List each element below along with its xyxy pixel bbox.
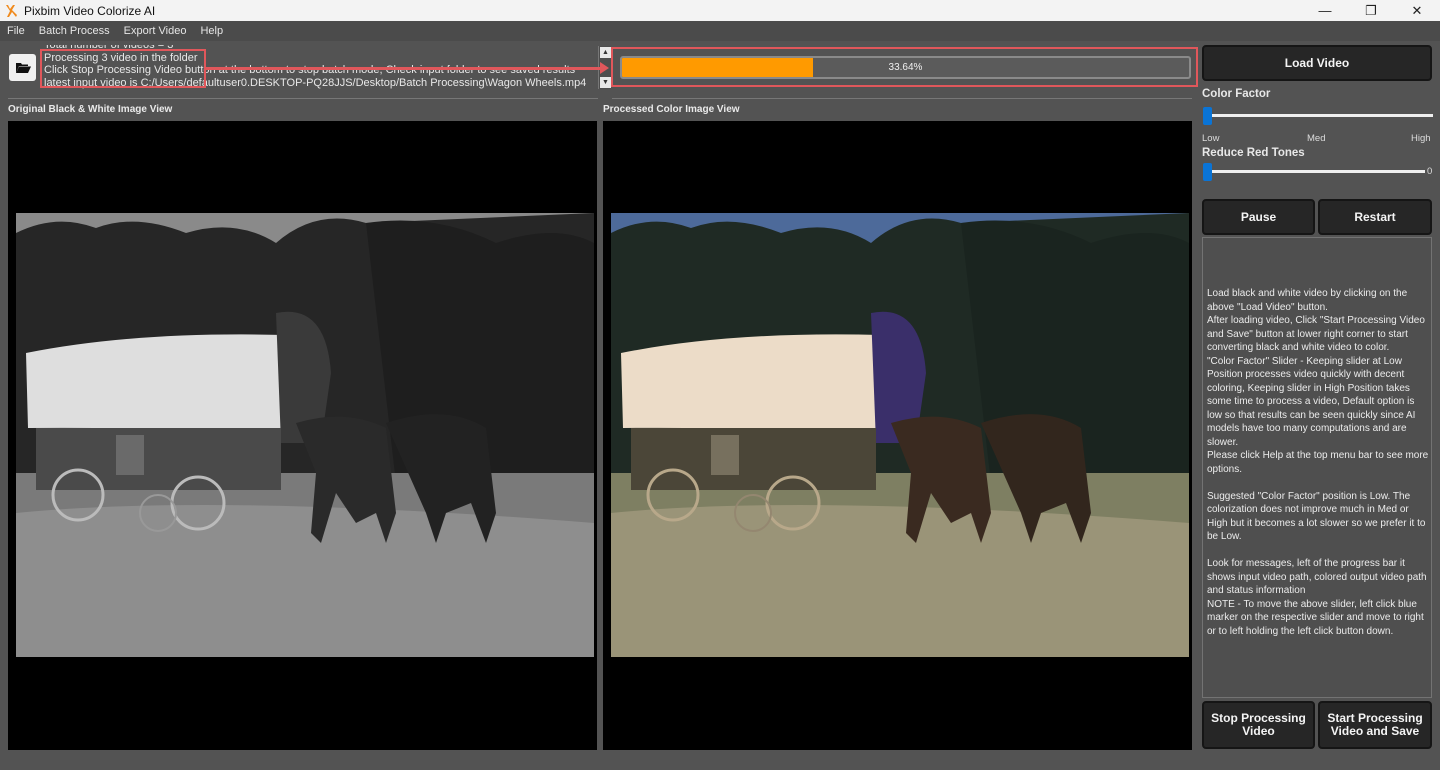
reduce-red-tones-label: Reduce Red Tones bbox=[1202, 147, 1305, 159]
color-factor-tick-high: High bbox=[1411, 133, 1431, 144]
menu-bar: File Batch Process Export Video Help bbox=[0, 21, 1440, 41]
color-factor-tick-low: Low bbox=[1202, 133, 1220, 144]
divider bbox=[8, 98, 598, 99]
original-video-frame bbox=[16, 213, 594, 657]
color-factor-label: Color Factor bbox=[1202, 88, 1271, 100]
reduce-red-tones-slider-thumb[interactable] bbox=[1203, 163, 1212, 181]
progress-label: 33.64% bbox=[888, 62, 923, 73]
divider bbox=[612, 98, 1192, 99]
menu-batch-process[interactable]: Batch Process bbox=[32, 21, 117, 41]
start-processing-button[interactable]: Start Processing Video and Save bbox=[1318, 701, 1432, 749]
pause-button[interactable]: Pause bbox=[1202, 199, 1315, 235]
scroll-up-icon[interactable]: ▲ bbox=[600, 47, 611, 58]
minimize-button[interactable]: — bbox=[1302, 0, 1348, 21]
annotation-arrow bbox=[205, 67, 605, 70]
color-factor-slider[interactable] bbox=[1207, 114, 1433, 117]
window-title: Pixbim Video Colorize AI bbox=[24, 3, 156, 18]
app-logo-icon bbox=[4, 4, 18, 18]
help-panel: Load black and white video by clicking o… bbox=[1202, 237, 1432, 698]
restart-button[interactable]: Restart bbox=[1318, 199, 1432, 235]
reduce-red-tones-value: 0 bbox=[1427, 166, 1433, 177]
processed-image-view bbox=[603, 121, 1192, 750]
close-button[interactable]: ✕ bbox=[1394, 0, 1440, 21]
open-folder-button[interactable] bbox=[9, 54, 36, 81]
folder-open-icon bbox=[15, 63, 31, 73]
processed-view-label: Processed Color Image View bbox=[603, 104, 740, 115]
original-image-view bbox=[8, 121, 597, 750]
menu-help[interactable]: Help bbox=[193, 21, 230, 41]
load-video-button[interactable]: Load Video bbox=[1202, 45, 1432, 81]
annotation-arrow-head bbox=[600, 62, 609, 74]
color-factor-slider-thumb[interactable] bbox=[1203, 107, 1212, 125]
reduce-red-tones-slider[interactable] bbox=[1207, 170, 1425, 173]
progress-bar: 33.64% bbox=[620, 56, 1191, 79]
maximize-button[interactable]: ❐ bbox=[1348, 0, 1394, 21]
title-bar: Pixbim Video Colorize AI — ❐ ✕ bbox=[0, 0, 1440, 21]
menu-file[interactable]: File bbox=[0, 21, 32, 41]
stop-processing-button[interactable]: Stop Processing Video bbox=[1202, 701, 1315, 749]
annotation-box-messages bbox=[40, 49, 206, 88]
menu-export-video[interactable]: Export Video bbox=[117, 21, 194, 41]
help-text: Load black and white video by clicking o… bbox=[1207, 288, 1429, 637]
processed-video-frame bbox=[611, 213, 1189, 657]
color-factor-tick-med: Med bbox=[1307, 133, 1326, 144]
original-view-label: Original Black & White Image View bbox=[8, 104, 173, 115]
scroll-down-icon[interactable]: ▼ bbox=[600, 77, 611, 88]
